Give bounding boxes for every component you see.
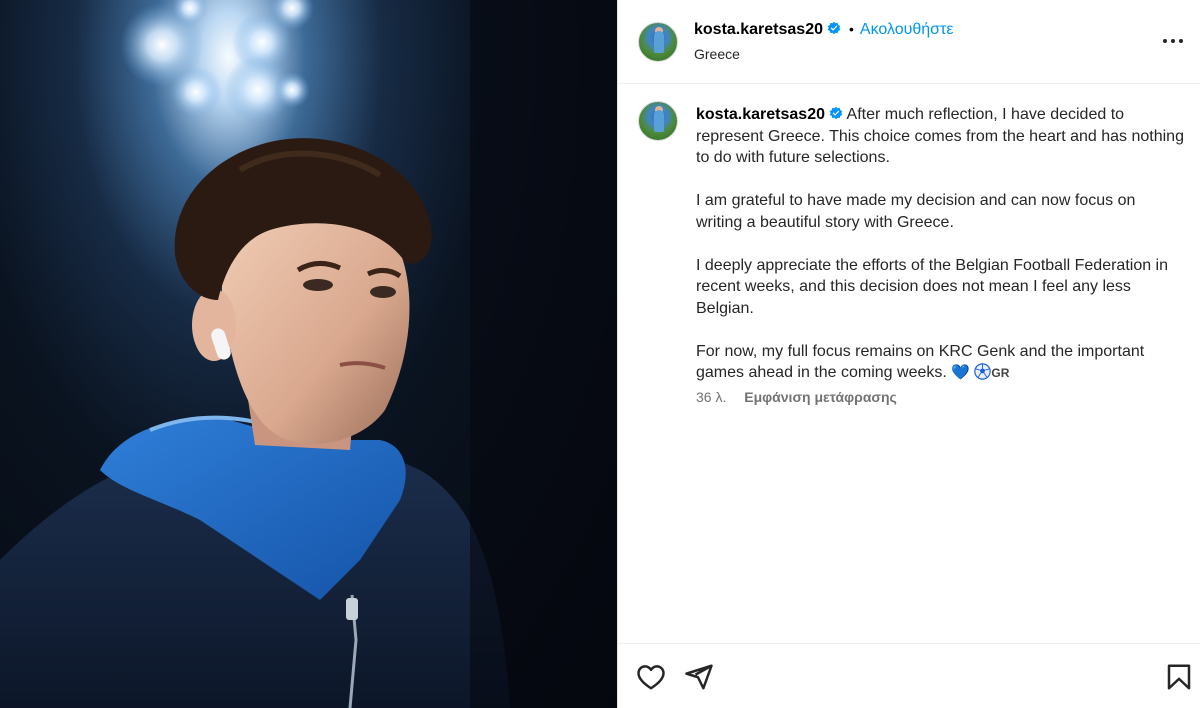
author-line: kosta.karetsas20 • Ακολουθήστε xyxy=(694,21,954,39)
post-location[interactable]: Greece xyxy=(694,46,740,62)
see-translation-link[interactable]: Εμφάνιση μετάφρασης xyxy=(744,389,897,405)
caption-meta: 36 λ. Εμφάνιση μετάφρασης xyxy=(696,389,897,405)
caption-avatar[interactable] xyxy=(638,101,678,141)
post-time[interactable]: 36 λ. xyxy=(696,389,726,405)
verified-badge-icon xyxy=(827,21,841,35)
blue-heart-emoji: 💙 xyxy=(951,364,970,381)
player-portrait-image xyxy=(0,0,617,708)
caption-text-4: For now, my full focus remains on KRC Ge… xyxy=(696,342,1145,382)
bookmark-icon[interactable] xyxy=(1164,662,1194,692)
caption-paragraph-1: kosta.karetsas20 After much reflection, … xyxy=(696,104,1186,169)
follow-button[interactable]: Ακολουθήστε xyxy=(860,21,954,38)
post-actions-bar xyxy=(618,643,1200,708)
post-caption: kosta.karetsas20 After much reflection, … xyxy=(696,104,1186,385)
author-username[interactable]: kosta.karetsas20 xyxy=(694,21,823,38)
flag-emoji: GR xyxy=(991,366,1010,380)
author-avatar[interactable] xyxy=(638,22,678,62)
verified-badge-icon xyxy=(829,106,843,120)
post-details-panel: kosta.karetsas20 • Ακολουθήστε Greece kost… xyxy=(617,0,1200,708)
caption-paragraph-3: I deeply appreciate the efforts of the B… xyxy=(696,256,1169,317)
caption-paragraph-4: For now, my full focus remains on KRC Ge… xyxy=(696,341,1186,385)
post-header: kosta.karetsas20 • Ακολουθήστε Greece xyxy=(618,0,1200,84)
post-photo[interactable] xyxy=(0,0,617,708)
caption-username[interactable]: kosta.karetsas20 xyxy=(696,106,825,123)
heart-icon[interactable] xyxy=(636,662,666,692)
soccer-ball-icon xyxy=(974,363,992,380)
share-icon[interactable] xyxy=(684,662,714,692)
more-options-icon[interactable] xyxy=(1158,26,1188,56)
separator-dot: • xyxy=(848,21,854,37)
caption-paragraph-2: I am grateful to have made my decision a… xyxy=(696,192,1136,231)
